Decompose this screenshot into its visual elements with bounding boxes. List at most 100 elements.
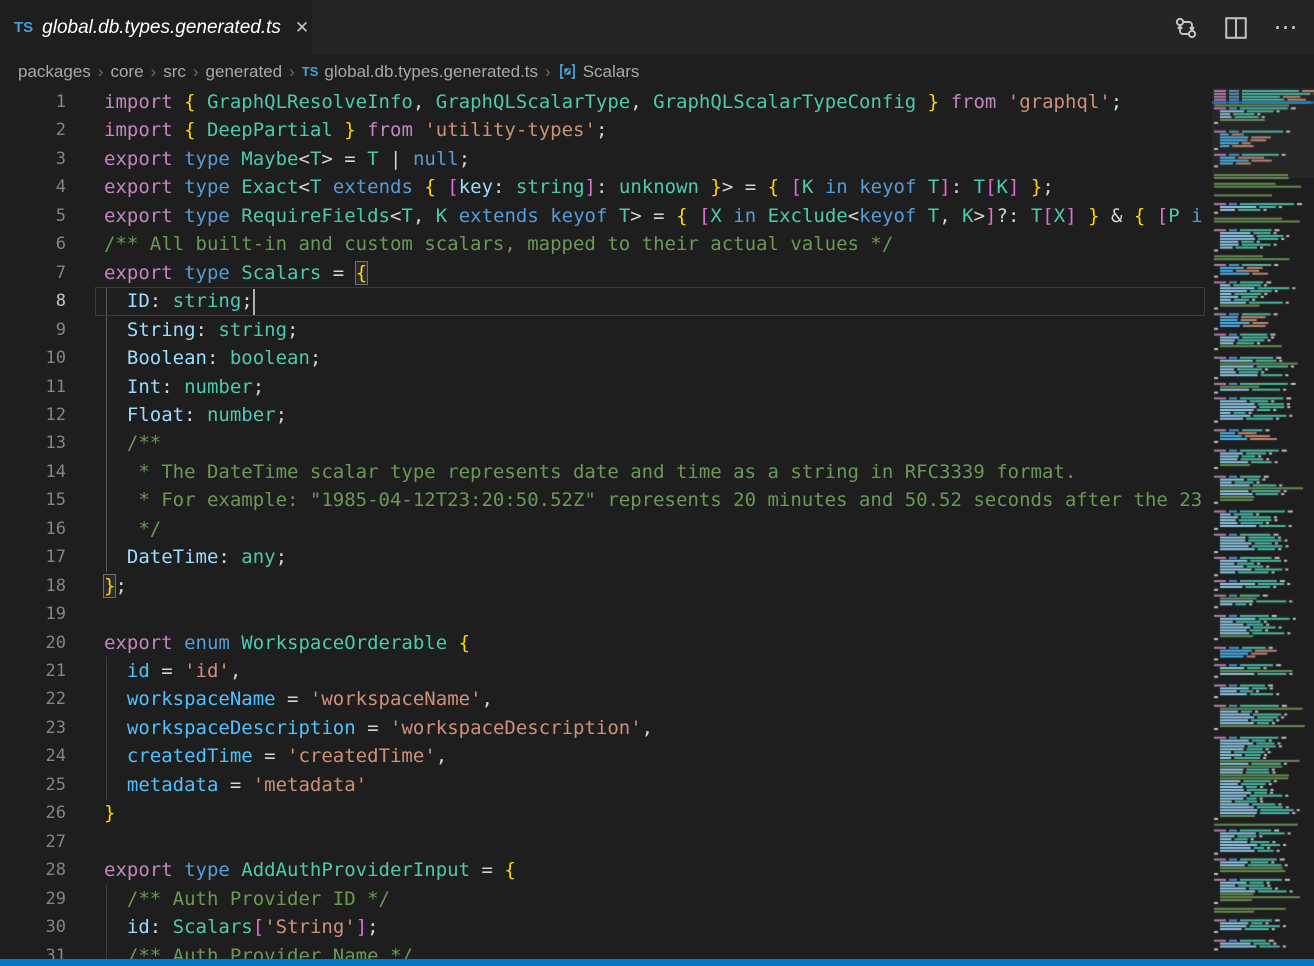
breadcrumb-item-global-db-types-generated-ts[interactable]: global.db.types.generated.ts (324, 62, 538, 82)
code-line[interactable]: 10 Boolean: boolean; (0, 344, 1206, 373)
code-line[interactable]: 7 export type Scalars = { (0, 259, 1206, 288)
code-line[interactable]: 29 /** Auth Provider ID */ (0, 885, 1206, 914)
code-text: * The DateTime scalar type represents da… (104, 458, 1076, 487)
open-changes-icon[interactable] (1174, 16, 1198, 40)
line-number: 27 (0, 828, 66, 857)
chevron-right-icon: › (193, 62, 199, 82)
code-text: import { DeepPartial } from 'utility-typ… (104, 116, 607, 145)
close-tab-icon[interactable]: ✕ (295, 19, 309, 36)
line-number: 26 (0, 799, 66, 828)
code-text: /** All built-in and custom scalars, map… (104, 230, 893, 259)
code-line[interactable]: 25 metadata = 'metadata' (0, 771, 1206, 800)
breadcrumb-item-packages[interactable]: packages (18, 62, 91, 82)
code-text: import { GraphQLResolveInfo, GraphQLScal… (104, 88, 1122, 117)
line-number: 5 (0, 202, 66, 231)
code-line[interactable]: 13 /** (0, 429, 1206, 458)
code-line[interactable]: 8 ID: string; (0, 287, 1206, 316)
breadcrumb: packages › core › src › generated › TS global.db.… (0, 55, 1314, 88)
line-number: 6 (0, 230, 66, 259)
line-number: 31 (0, 942, 66, 960)
line-number: 29 (0, 885, 66, 914)
symbol-type-icon (558, 62, 577, 81)
code-text: export type RequireFields<T, K extends k… (104, 202, 1203, 231)
line-number: 15 (0, 486, 66, 515)
code-line[interactable]: 5 export type RequireFields<T, K extends … (0, 202, 1206, 231)
code-text: String: string; (104, 316, 299, 345)
text-cursor (253, 289, 255, 315)
code-text: metadata = 'metadata' (104, 771, 367, 800)
typescript-file-icon: TS (302, 64, 319, 79)
code-line[interactable]: 31 /** Auth Provider Name */ (0, 942, 1206, 960)
code-text: */ (104, 515, 161, 544)
code-text: /** Auth Provider ID */ (104, 885, 390, 914)
code-line[interactable]: 28export type AddAuthProviderInput = { (0, 856, 1206, 885)
line-number: 14 (0, 458, 66, 487)
vscode-window: TS global.db.types.generated.ts ✕ (0, 0, 1314, 966)
line-number: 17 (0, 543, 66, 572)
line-number: 20 (0, 629, 66, 658)
code-line[interactable]: 19 (0, 600, 1206, 629)
code-line[interactable]: 26} (0, 799, 1206, 828)
status-bar (0, 959, 1314, 966)
line-number: 11 (0, 373, 66, 402)
line-number: 9 (0, 316, 66, 345)
code-line[interactable]: 4 export type Exact<T extends { [key: str… (0, 173, 1206, 202)
more-actions-icon[interactable]: ⋯ (1274, 16, 1298, 40)
code-text: * For example: "1985-04-12T23:20:50.52Z"… (104, 486, 1202, 515)
code-line[interactable]: 16 */ (0, 515, 1206, 544)
line-number: 22 (0, 685, 66, 714)
code-area[interactable]: 1import { GraphQLResolveInfo, GraphQLSca… (0, 88, 1206, 959)
code-line[interactable]: 27 (0, 828, 1206, 857)
line-number: 19 (0, 600, 66, 629)
code-line[interactable]: 22 workspaceName = 'workspaceName', (0, 685, 1206, 714)
code-text: export enum WorkspaceOrderable { (104, 629, 470, 658)
code-line[interactable]: 9 String: string; (0, 316, 1206, 345)
code-line[interactable]: 12 Float: number; (0, 401, 1206, 430)
code-text: export type Scalars = { (104, 259, 367, 288)
line-number: 2 (0, 116, 66, 145)
breadcrumb-item-generated[interactable]: generated (206, 62, 283, 82)
code-text: id: Scalars['String']; (104, 913, 379, 942)
code-line[interactable]: 15 * For example: "1985-04-12T23:20:50.5… (0, 486, 1206, 515)
code-line[interactable]: 20 export enum WorkspaceOrderable { (0, 629, 1206, 658)
chevron-right-icon: › (98, 62, 104, 82)
code-text: } (104, 799, 115, 828)
code-line[interactable]: 6 /** All built-in and custom scalars, ma… (0, 230, 1206, 259)
code-text: createdTime = 'createdTime', (104, 742, 447, 771)
code-line[interactable]: 14 * The DateTime scalar type represents… (0, 458, 1206, 487)
breadcrumb-item-core[interactable]: core (110, 62, 143, 82)
chevron-right-icon: › (545, 62, 551, 82)
minimap[interactable] (1212, 88, 1314, 959)
code-line[interactable]: 2 import { DeepPartial } from 'utility-ty… (0, 116, 1206, 145)
code-text: export type Exact<T extends { [key: stri… (104, 173, 1054, 202)
line-number: 10 (0, 344, 66, 373)
breadcrumb-item-scalars[interactable]: Scalars (583, 62, 640, 82)
code-line[interactable]: 24 createdTime = 'createdTime', (0, 742, 1206, 771)
code-text: /** Auth Provider Name */ (104, 942, 413, 960)
code-text: workspaceDescription = 'workspaceDescrip… (104, 714, 653, 743)
tab-bar: TS global.db.types.generated.ts ✕ (0, 0, 1314, 55)
code-line[interactable]: 3export type Maybe<T> = T | null; (0, 145, 1206, 174)
tab-global-db-types[interactable]: TS global.db.types.generated.ts ✕ (0, 0, 312, 55)
code-line[interactable]: 17 DateTime: any; (0, 543, 1206, 572)
code-line[interactable]: 11 Int: number; (0, 373, 1206, 402)
split-editor-icon[interactable] (1224, 16, 1248, 40)
line-number: 7 (0, 259, 66, 288)
line-number: 4 (0, 173, 66, 202)
line-number: 8 (0, 287, 66, 316)
code-line[interactable]: 18}; (0, 572, 1206, 601)
breadcrumb-item-src[interactable]: src (163, 62, 186, 82)
line-number: 28 (0, 856, 66, 885)
chevron-right-icon: › (289, 62, 295, 82)
line-number: 18 (0, 572, 66, 601)
code-text: Int: number; (104, 373, 264, 402)
code-text: Float: number; (104, 401, 287, 430)
code-text: id = 'id', (104, 657, 241, 686)
code-line[interactable]: 21 id = 'id', (0, 657, 1206, 686)
line-number: 25 (0, 771, 66, 800)
code-line[interactable]: 23 workspaceDescription = 'workspaceDesc… (0, 714, 1206, 743)
code-line[interactable]: 30 id: Scalars['String']; (0, 913, 1206, 942)
chevron-right-icon: › (151, 62, 157, 82)
code-line[interactable]: 1import { GraphQLResolveInfo, GraphQLSca… (0, 88, 1206, 117)
code-text: workspaceName = 'workspaceName', (104, 685, 493, 714)
